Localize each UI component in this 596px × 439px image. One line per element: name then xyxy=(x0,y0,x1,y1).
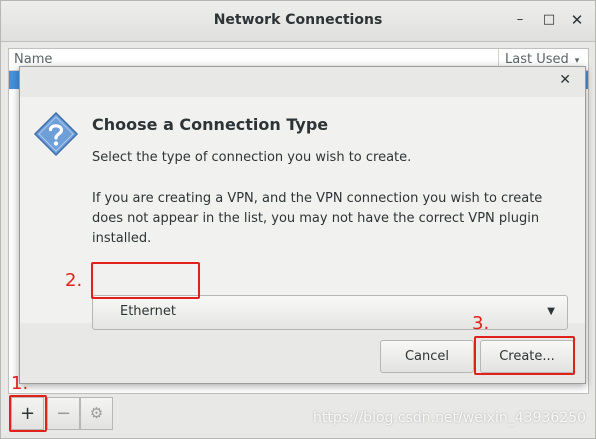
cancel-button[interactable]: Cancel xyxy=(380,340,474,373)
maximize-button[interactable]: □ xyxy=(541,12,557,28)
remove-connection-button[interactable]: − xyxy=(47,397,80,430)
question-icon xyxy=(33,111,79,157)
minimize-button[interactable]: – xyxy=(512,12,528,28)
watermark: https://blog.csdn.net/weixin_43936250 xyxy=(313,410,587,426)
annotation-box-add xyxy=(9,395,47,432)
dialog-close-button[interactable]: ✕ xyxy=(559,72,571,88)
dialog-subtitle: Select the type of connection you wish t… xyxy=(92,150,412,165)
column-header-last-used-label: Last Used xyxy=(505,52,569,67)
titlebar: Network Connections – □ ✕ xyxy=(1,1,595,42)
annotation-step-3: 3. xyxy=(472,313,490,334)
connection-type-select[interactable]: Ethernet ▼ xyxy=(92,295,568,330)
connection-type-value: Ethernet xyxy=(120,304,176,319)
annotation-box-create xyxy=(474,336,575,375)
vpn-note: If you are creating a VPN, and the VPN c… xyxy=(92,191,543,246)
annotation-box-ethernet xyxy=(91,262,200,299)
sort-arrow-icon: ▾ xyxy=(574,56,580,66)
column-header-name[interactable]: Name xyxy=(14,52,52,67)
connection-settings-button[interactable]: ⚙ xyxy=(80,397,113,430)
close-window-button[interactable]: ✕ xyxy=(569,12,585,28)
window-title: Network Connections xyxy=(213,12,383,28)
caret-down-icon: ▼ xyxy=(547,306,555,317)
dialog-heading: Choose a Connection Type xyxy=(92,115,329,134)
annotation-step-2: 2. xyxy=(65,270,83,291)
annotation-step-1: 1. xyxy=(11,373,29,394)
